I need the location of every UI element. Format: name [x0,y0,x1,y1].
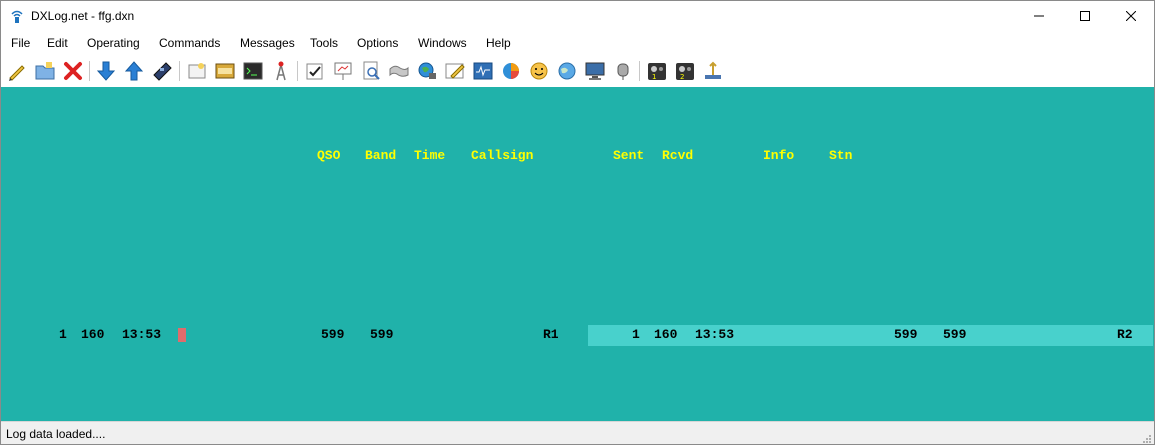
scratchpad-icon[interactable] [214,60,236,82]
r2-band: 160 [654,327,678,342]
r1-qso-number: 1 [59,327,67,342]
status-bar: Log data loaded.... [1,421,1154,444]
header-stn: Stn [829,148,853,163]
map-icon[interactable] [388,60,410,82]
globe-network-icon[interactable] [416,60,438,82]
menu-file[interactable]: File [11,36,30,50]
toolbar-separator [179,61,180,81]
menu-operating[interactable]: Operating [87,36,140,50]
new-log-icon[interactable] [6,60,28,82]
bandmap-icon[interactable] [472,60,494,82]
title-bar[interactable]: DXLog.net - ffg.dxn [1,1,1154,31]
r2-time: 13:53 [695,327,735,342]
r2-sent: 599 [894,327,918,342]
header-band: Band [365,148,397,163]
cw-keyer-icon[interactable] [151,60,173,82]
r1-time: 13:53 [122,327,162,342]
monitor-icon[interactable] [584,60,606,82]
maximize-button[interactable] [1062,1,1108,31]
header-callsign: Callsign [471,148,534,163]
menu-edit[interactable]: Edit [47,36,68,50]
smiley-icon[interactable] [528,60,550,82]
menu-bar: File Edit Operating Commands Messages To… [1,33,1154,55]
download-icon[interactable] [95,60,117,82]
close-button[interactable] [1108,1,1154,31]
toolbar: 1 2 [1,57,1154,87]
callsign-entry-cursor[interactable] [178,328,186,342]
log-panel[interactable]: QSO Band Time Callsign Sent Rcvd Info St… [1,87,1154,421]
notes-icon[interactable] [186,60,208,82]
presentation-icon[interactable] [332,60,354,82]
preview-icon[interactable] [360,60,382,82]
upload-icon[interactable] [123,60,145,82]
world-icon[interactable] [556,60,578,82]
maximize-icon [1080,11,1090,21]
edit-icon[interactable] [444,60,466,82]
header-rcvd: Rcvd [662,148,694,163]
close-icon [1126,11,1136,21]
header-info: Info [763,148,795,163]
header-qso: QSO [317,148,341,163]
dxlog-antenna-icon [9,8,25,24]
toolbar-separator [297,61,298,81]
svg-text:2: 2 [680,73,684,81]
menu-messages[interactable]: Messages [240,36,295,50]
toolbar-separator [639,61,640,81]
delete-icon[interactable] [62,60,84,82]
menu-tools[interactable]: Tools [310,36,338,50]
r2-rcvd: 599 [943,327,967,342]
header-sent: Sent [613,148,645,163]
r1-band: 160 [81,327,105,342]
r1-rcvd: 599 [370,327,394,342]
antenna-icon[interactable] [270,60,292,82]
cw-key-icon[interactable] [702,60,724,82]
minimize-icon [1034,15,1044,17]
toolbar-separator [89,61,90,81]
resize-grip-icon[interactable] [1142,433,1152,443]
open-log-icon[interactable] [34,60,56,82]
pie-chart-icon[interactable] [500,60,522,82]
window-title: DXLog.net - ffg.dxn [31,9,135,23]
menu-commands[interactable]: Commands [159,36,220,50]
header-time: Time [414,148,446,163]
menu-help[interactable]: Help [486,36,511,50]
svg-text:1: 1 [652,73,656,81]
r1-station: R1 [543,327,559,342]
radio-2-icon[interactable]: 2 [674,60,696,82]
radio-1-icon[interactable]: 1 [646,60,668,82]
status-text: Log data loaded.... [6,427,106,441]
menu-windows[interactable]: Windows [418,36,467,50]
check-icon[interactable] [304,60,326,82]
r2-qso-number: 1 [632,327,640,342]
app-window: DXLog.net - ffg.dxn File Edit Operating … [0,0,1155,445]
r2-station: R2 [1117,327,1133,342]
r1-sent: 599 [321,327,345,342]
terminal-icon[interactable] [242,60,264,82]
menu-options[interactable]: Options [357,36,398,50]
minimize-button[interactable] [1016,1,1062,31]
microphone-icon[interactable] [612,60,634,82]
